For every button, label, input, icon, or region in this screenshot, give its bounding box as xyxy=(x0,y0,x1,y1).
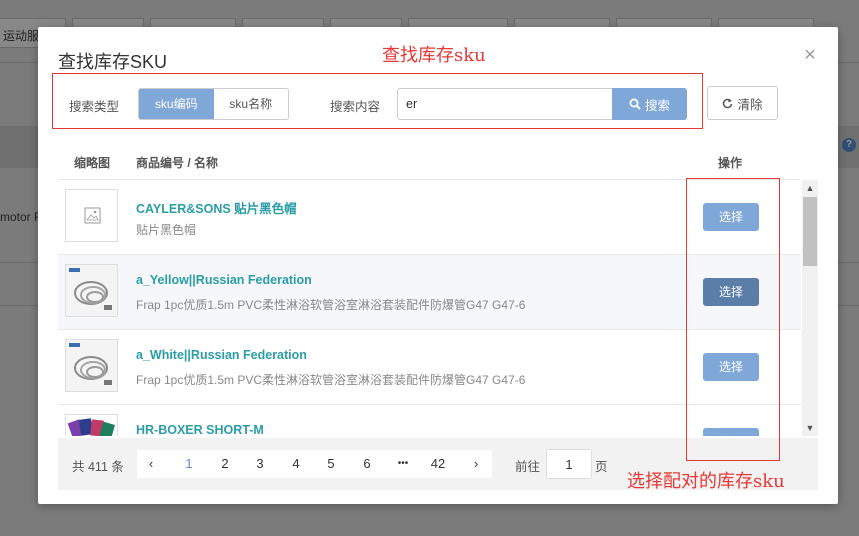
search-type-toggle: sku编码 sku名称 xyxy=(138,88,289,120)
table-row: HR-BOXER SHORT-M 选择 xyxy=(58,405,801,436)
page-42[interactable]: 42 xyxy=(424,450,452,478)
scroll-thumb[interactable] xyxy=(803,197,817,266)
select-button[interactable]: 选择 xyxy=(703,428,759,436)
vertical-scrollbar[interactable]: ▲ ▼ xyxy=(802,180,818,436)
select-button[interactable]: 选择 xyxy=(703,203,759,231)
search-icon xyxy=(629,98,641,110)
refresh-icon xyxy=(723,98,733,108)
thumbnail xyxy=(65,264,118,317)
search-button[interactable]: 搜索 xyxy=(612,88,687,120)
table-row: a_White||Russian Federation Frap 1pc优质1.… xyxy=(58,330,801,405)
next-page-icon[interactable]: › xyxy=(462,450,490,478)
sku-code-link[interactable]: a_Yellow||Russian Federation xyxy=(136,273,312,287)
search-content-label: 搜索内容 xyxy=(330,100,381,114)
select-button[interactable]: 选择 xyxy=(703,278,759,306)
header-thumbnail: 缩略图 xyxy=(74,156,111,170)
goto-label: 前往 xyxy=(515,460,541,474)
background-row-text: motor R xyxy=(0,210,43,224)
more-pages[interactable]: ••• xyxy=(389,450,417,478)
goto-page-input[interactable] xyxy=(546,449,592,479)
shower-hose-icon xyxy=(66,265,117,316)
table-row: a_Yellow||Russian Federation Frap 1pc优质1… xyxy=(58,255,801,330)
page-2[interactable]: 2 xyxy=(211,450,239,478)
clear-button[interactable]: 清除 xyxy=(707,86,778,120)
sku-code-link[interactable]: HR-BOXER SHORT-M xyxy=(136,423,264,436)
page-list: ‹ 1 2 3 4 5 6 ••• 42 › xyxy=(137,450,492,478)
annotation-find-sku: 查找库存sku xyxy=(382,45,486,66)
scroll-up-icon[interactable]: ▲ xyxy=(802,180,818,196)
page-5[interactable]: 5 xyxy=(317,450,345,478)
sku-code-link[interactable]: a_White||Russian Federation xyxy=(136,348,307,362)
page-3[interactable]: 3 xyxy=(246,450,274,478)
sku-name: Frap 1pc优质1.5m PVC柔性淋浴软管浴室淋浴套装配件防爆管G47 G… xyxy=(136,373,526,387)
search-type-sku-name[interactable]: sku名称 xyxy=(213,89,288,119)
background-tab-label: 运动服 xyxy=(3,29,40,43)
sku-name: 贴片黑色帽 xyxy=(136,223,197,237)
modal-title: 查找库存SKU xyxy=(58,52,168,72)
find-sku-modal: 查找库存SKU × 查找库存sku 搜索类型 sku编码 sku名称 搜索内容 … xyxy=(38,27,838,504)
shower-hose-icon xyxy=(66,340,117,391)
header-action: 操作 xyxy=(718,156,743,170)
page-4[interactable]: 4 xyxy=(282,450,310,478)
sku-name: Frap 1pc优质1.5m PVC柔性淋浴软管浴室淋浴套装配件防爆管G47 G… xyxy=(136,298,526,312)
search-type-label: 搜索类型 xyxy=(69,100,120,114)
close-icon[interactable]: × xyxy=(802,45,818,65)
help-icon: ? xyxy=(842,138,856,152)
select-button[interactable]: 选择 xyxy=(703,353,759,381)
annotation-select-sku: 选择配对的库存sku xyxy=(627,471,785,492)
boxer-shorts-icon xyxy=(66,415,117,436)
image-placeholder-icon xyxy=(84,207,101,224)
search-button-label: 搜索 xyxy=(644,98,670,113)
search-input[interactable] xyxy=(397,88,613,120)
page-6[interactable]: 6 xyxy=(353,450,381,478)
results-table-header: 缩略图 商品编号 / 名称 操作 xyxy=(58,142,800,180)
table-row: CAYLER&SONS 贴片黑色帽 贴片黑色帽 选择 xyxy=(58,180,801,255)
total-count: 共 411 条 xyxy=(72,460,124,474)
header-product: 商品编号 / 名称 xyxy=(136,156,219,170)
page-1[interactable]: 1 xyxy=(175,450,203,478)
thumbnail xyxy=(65,189,118,242)
sku-code-link[interactable]: CAYLER&SONS 贴片黑色帽 xyxy=(136,198,297,217)
thumbnail xyxy=(65,339,118,392)
scroll-down-icon[interactable]: ▼ xyxy=(802,420,818,436)
goto-suffix: 页 xyxy=(595,460,608,474)
prev-page-icon[interactable]: ‹ xyxy=(137,450,165,478)
search-type-sku-code[interactable]: sku编码 xyxy=(139,89,214,119)
results-table-body: CAYLER&SONS 贴片黑色帽 贴片黑色帽 选择 a_Yellow||Rus… xyxy=(58,180,801,436)
thumbnail xyxy=(65,414,118,436)
clear-button-label: 清除 xyxy=(737,97,763,112)
